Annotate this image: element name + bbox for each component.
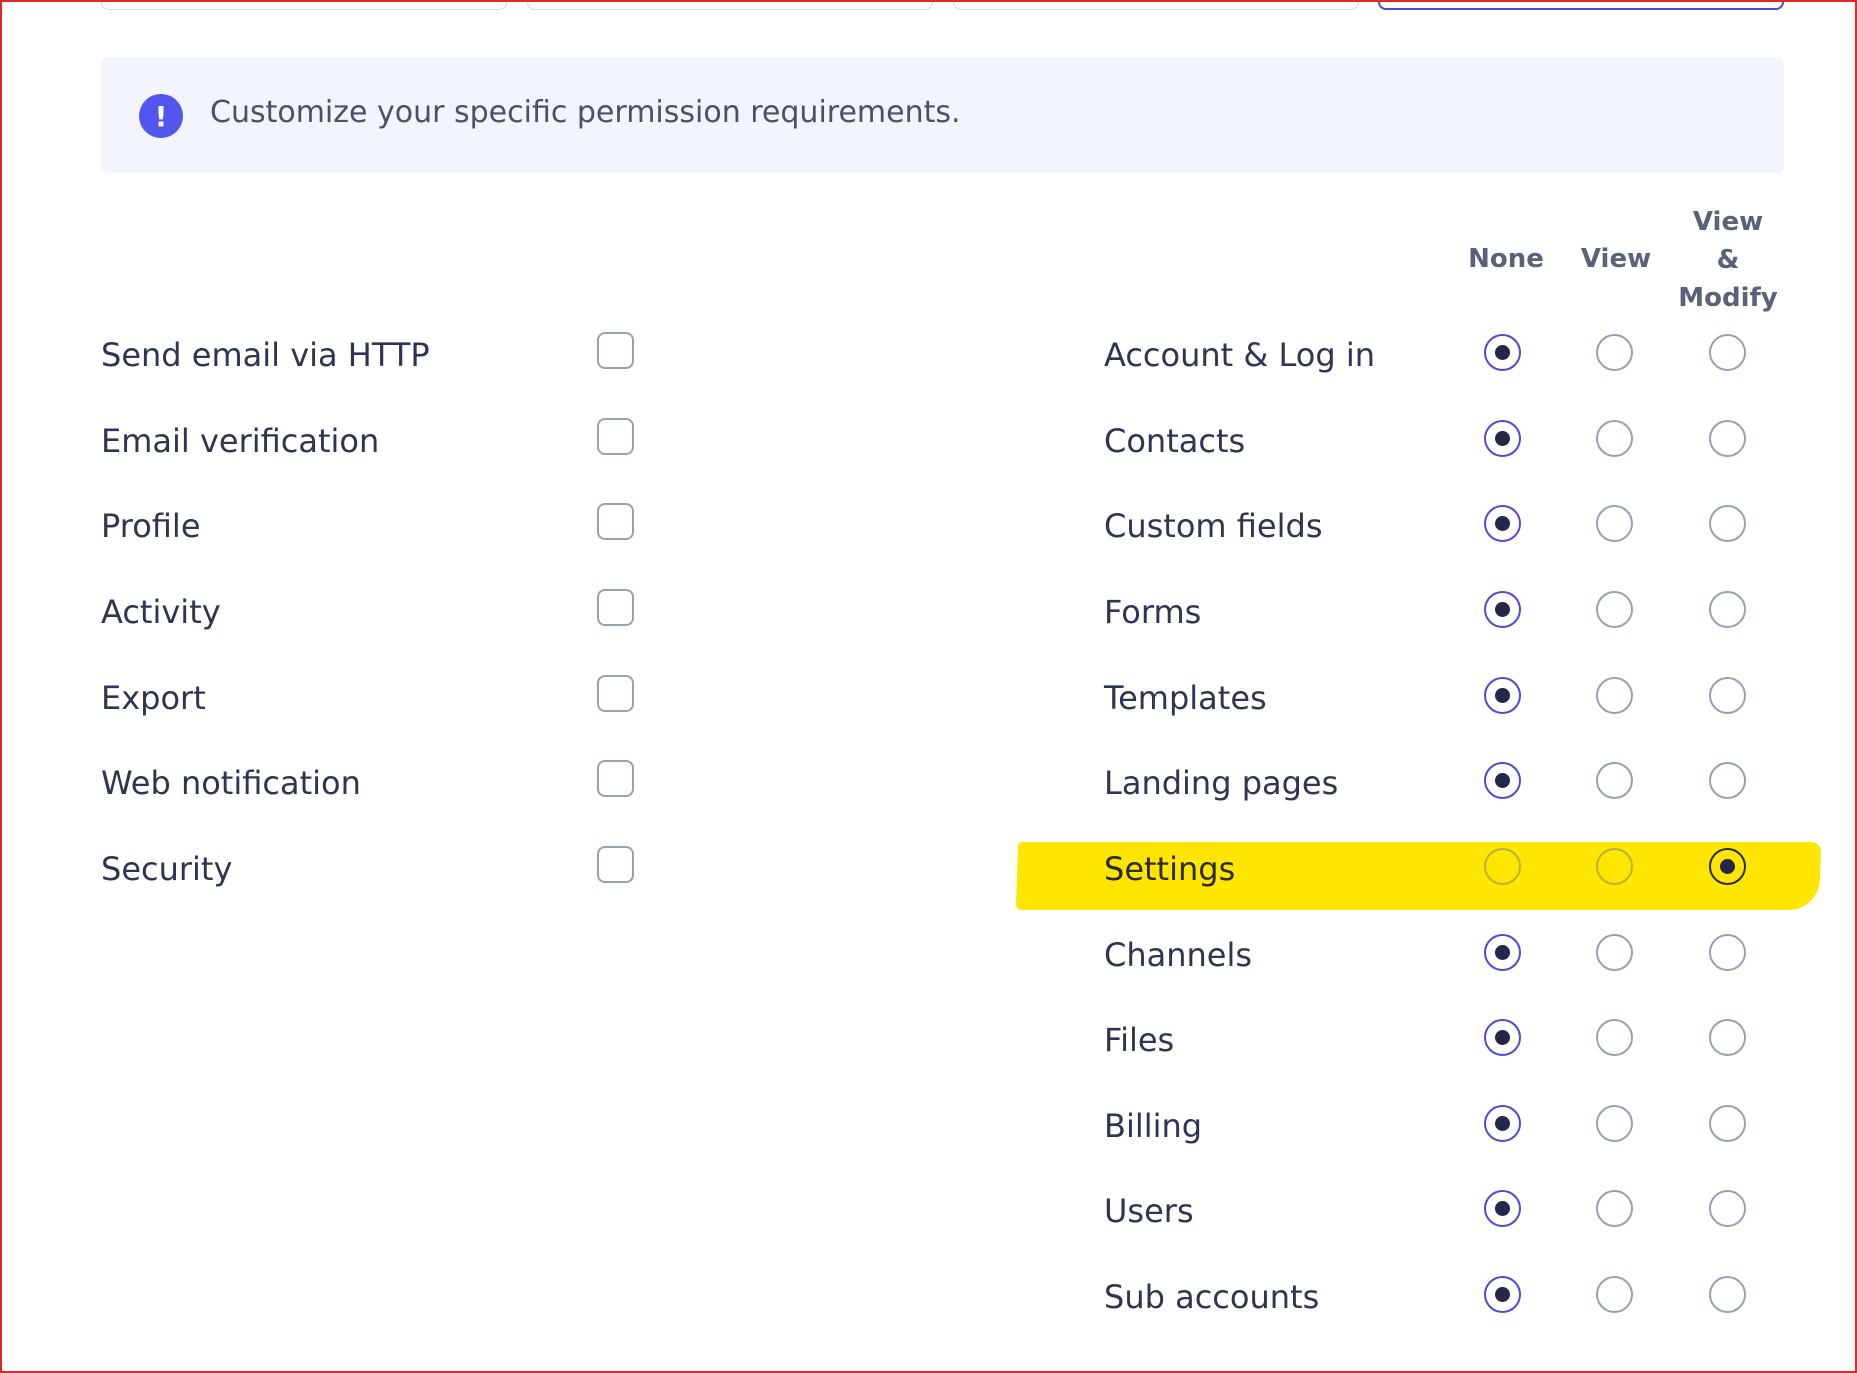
feature-label: Activity [101,593,221,631]
access-label: Forms [1104,593,1202,631]
column-header-none: None [1468,244,1544,274]
sub-accounts-modify-radio[interactable] [1709,1276,1746,1313]
access-row-landing-pages: Landing pages [1104,760,1804,810]
templates-none-radio[interactable] [1484,677,1521,714]
access-row-channels: Channels [1104,932,1804,982]
access-row-files: Files [1104,1017,1804,1067]
feature-row-web-notification: Web notification [101,760,661,810]
feature-label: Security [101,850,233,888]
access-row-contacts: Contacts [1104,418,1804,468]
security-checkbox[interactable] [597,846,634,883]
account-login-none-radio[interactable] [1484,334,1521,371]
sub-accounts-view-radio[interactable] [1596,1276,1633,1313]
contacts-modify-radio[interactable] [1709,420,1746,457]
tab-button-2[interactable] [527,0,933,10]
landing-pages-modify-radio[interactable] [1709,762,1746,799]
account-login-modify-radio[interactable] [1709,334,1746,371]
access-label: Billing [1104,1107,1203,1145]
forms-view-radio[interactable] [1596,591,1633,628]
billing-none-radio[interactable] [1484,1105,1521,1142]
feature-row-email-verification: Email verification [101,418,661,468]
column-header-view-modify: View & Modify [1668,203,1788,317]
forms-none-radio[interactable] [1484,591,1521,628]
feature-label: Export [101,679,206,717]
feature-label: Profile [101,507,201,545]
access-row-templates: Templates [1104,675,1804,725]
access-row-users: Users [1104,1188,1804,1238]
files-view-radio[interactable] [1596,1019,1633,1056]
web-notification-checkbox[interactable] [597,760,634,797]
activity-checkbox[interactable] [597,589,634,626]
feature-label: Send email via HTTP [101,336,430,374]
templates-view-radio[interactable] [1596,677,1633,714]
tab-button-custom-active[interactable] [1378,0,1784,10]
access-label: Account & Log in [1104,336,1375,374]
billing-view-radio[interactable] [1596,1105,1633,1142]
access-label: Custom fields [1104,507,1323,545]
feature-row-send-email-http: Send email via HTTP [101,332,661,382]
access-label: Users [1104,1192,1194,1230]
column-header-view: View [1580,244,1652,274]
access-label: Contacts [1104,422,1246,460]
contacts-view-radio[interactable] [1596,420,1633,457]
users-view-radio[interactable] [1596,1190,1633,1227]
access-label: Templates [1104,679,1267,717]
access-row-billing: Billing [1104,1103,1804,1153]
access-row-sub-accounts: Sub accounts [1104,1274,1804,1324]
email-verification-checkbox[interactable] [597,418,634,455]
profile-checkbox[interactable] [597,503,634,540]
settings-view-radio[interactable] [1596,848,1633,885]
custom-fields-none-radio[interactable] [1484,505,1521,542]
users-none-radio[interactable] [1484,1190,1521,1227]
access-row-custom-fields: Custom fields [1104,503,1804,553]
access-label: Settings [1104,850,1236,888]
access-label: Channels [1104,936,1253,974]
column-header-view-modify-line1: View [1692,207,1764,237]
settings-modify-radio[interactable] [1709,848,1746,885]
files-none-radio[interactable] [1484,1019,1521,1056]
access-label: Files [1104,1021,1175,1059]
feature-row-activity: Activity [101,589,661,639]
info-banner: ! Customize your specific permission req… [101,57,1784,173]
export-checkbox[interactable] [597,675,634,712]
billing-modify-radio[interactable] [1709,1105,1746,1142]
send-email-http-checkbox[interactable] [597,332,634,369]
feature-label: Email verification [101,422,380,460]
files-modify-radio[interactable] [1709,1019,1746,1056]
custom-fields-view-radio[interactable] [1596,505,1633,542]
forms-modify-radio[interactable] [1709,591,1746,628]
channels-modify-radio[interactable] [1709,934,1746,971]
banner-text: Customize your specific permission requi… [210,95,961,130]
contacts-none-radio[interactable] [1484,420,1521,457]
custom-fields-modify-radio[interactable] [1709,505,1746,542]
feature-row-security: Security [101,846,661,896]
sub-accounts-none-radio[interactable] [1484,1276,1521,1313]
landing-pages-view-radio[interactable] [1596,762,1633,799]
tab-button-1[interactable] [101,0,507,10]
exclamation-icon: ! [139,94,183,138]
users-modify-radio[interactable] [1709,1190,1746,1227]
account-login-view-radio[interactable] [1596,334,1633,371]
feature-row-profile: Profile [101,503,661,553]
feature-row-export: Export [101,675,661,725]
tab-button-3[interactable] [953,0,1359,10]
access-row-account-login: Account & Log in [1104,332,1804,382]
access-row-forms: Forms [1104,589,1804,639]
access-label: Landing pages [1104,764,1339,802]
access-row-settings: Settings [1104,846,1804,896]
access-label: Sub accounts [1104,1278,1320,1316]
channels-none-radio[interactable] [1484,934,1521,971]
templates-modify-radio[interactable] [1709,677,1746,714]
feature-label: Web notification [101,764,361,802]
column-header-view-modify-line2: & [1716,245,1740,275]
settings-none-radio[interactable] [1484,848,1521,885]
landing-pages-none-radio[interactable] [1484,762,1521,799]
channels-view-radio[interactable] [1596,934,1633,971]
column-header-view-modify-line3: Modify [1678,283,1778,313]
